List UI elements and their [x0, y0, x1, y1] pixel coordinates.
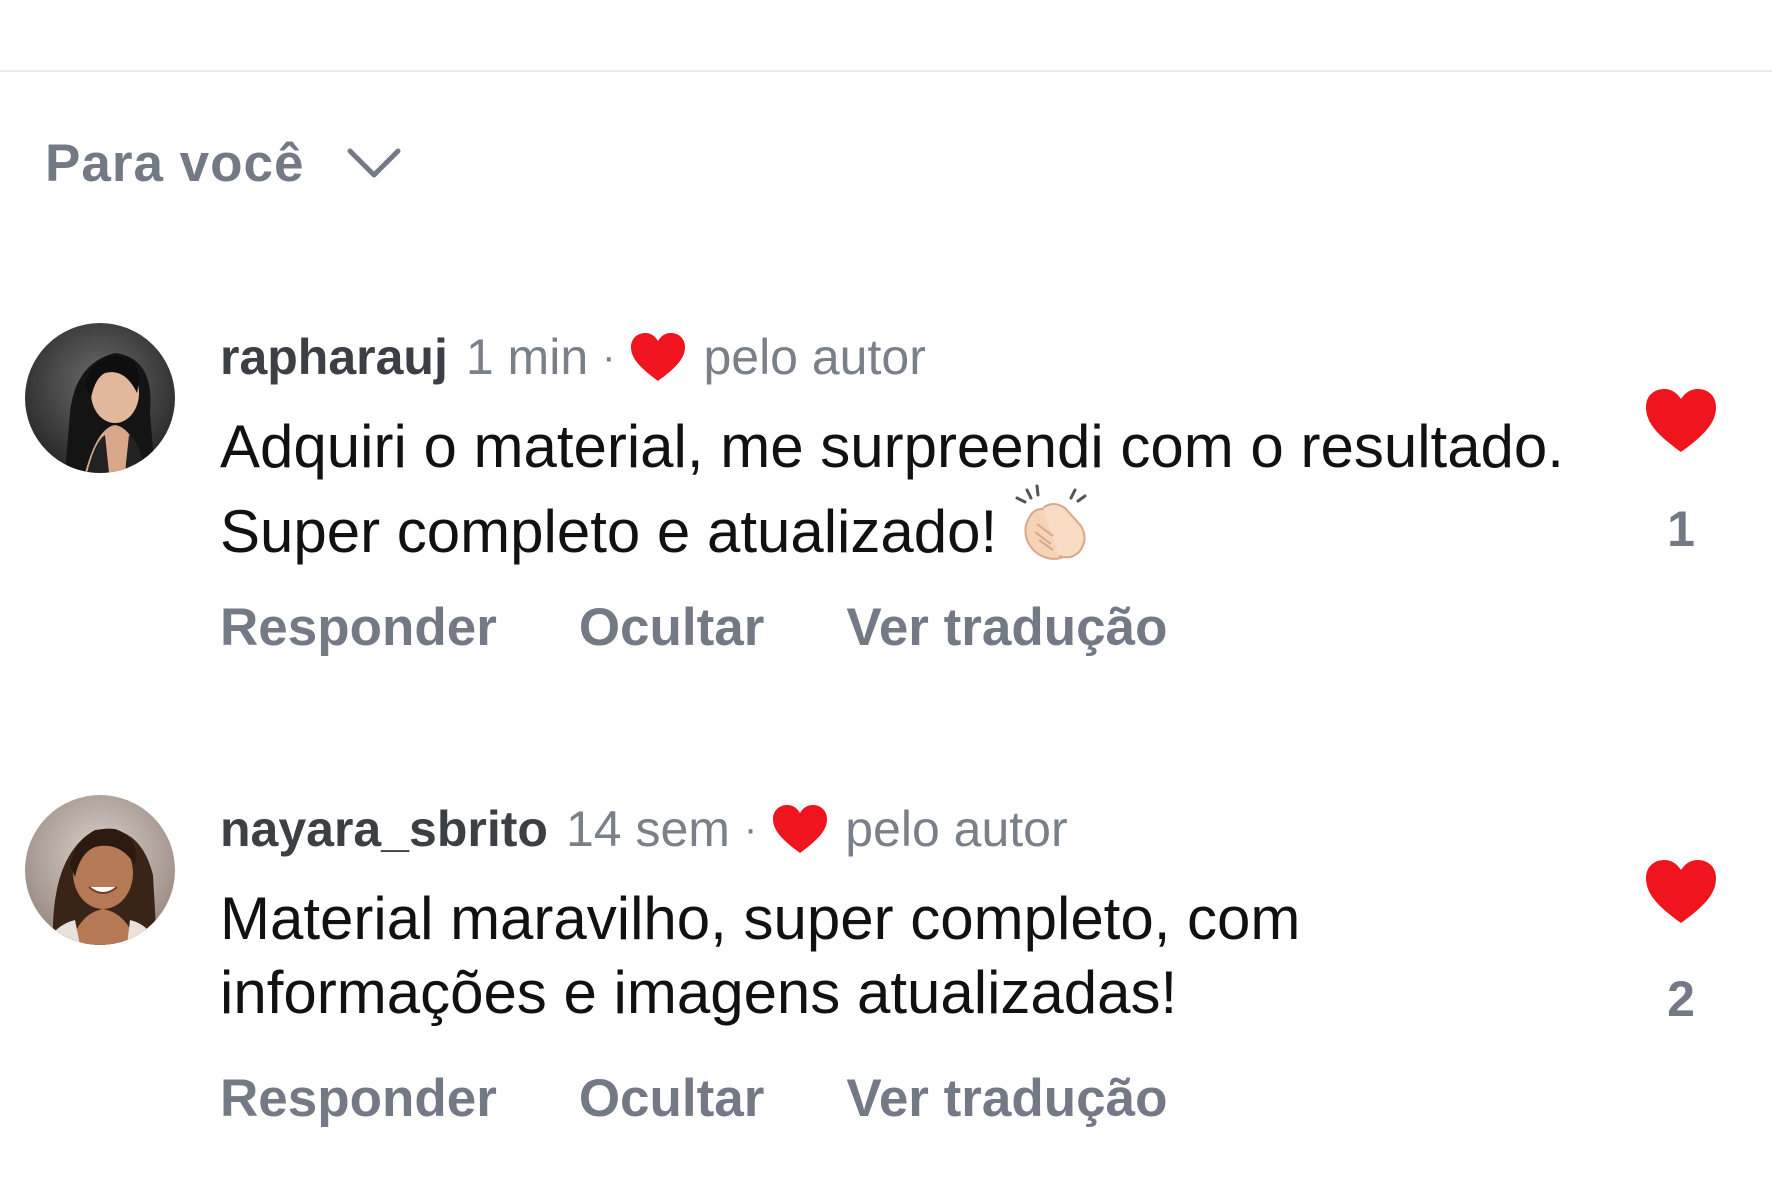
separator: ·	[743, 806, 758, 851]
heart-icon	[1646, 389, 1716, 452]
comment-meta: nayara_sbrito 14 sem · pelo autor	[220, 797, 1068, 861]
comment-time: 14 sem	[565, 801, 730, 857]
comments-page: Para você rapharauj 1 min · pelo autor A…	[0, 0, 1772, 1181]
like-count: 1	[1667, 501, 1695, 557]
comment-actions: Responder Ocultar Ver tradução	[220, 595, 1249, 659]
sort-dropdown[interactable]: Para você	[45, 133, 402, 193]
avatar[interactable]	[25, 323, 175, 473]
heart-icon	[1646, 860, 1716, 923]
hide-button[interactable]: Ocultar	[579, 1068, 765, 1129]
username[interactable]: nayara_sbrito	[220, 800, 548, 858]
heart-icon	[773, 805, 828, 853]
reply-button[interactable]: Responder	[220, 1068, 497, 1129]
comment-text: Adquiri o material, me surpreendi com o …	[220, 410, 1580, 569]
comment-actions: Responder Ocultar Ver tradução	[220, 1066, 1249, 1130]
like-button[interactable]	[1636, 857, 1726, 930]
sort-label: Para você	[45, 133, 305, 193]
liked-by-author-label: pelo autor	[845, 801, 1068, 857]
liked-by-author-label: pelo autor	[703, 329, 926, 385]
heart-icon	[631, 333, 686, 381]
comment-time: 1 min	[465, 329, 589, 385]
top-bar	[0, 0, 1772, 72]
comment-meta: rapharauj 1 min · pelo autor	[220, 325, 926, 389]
chevron-down-icon	[347, 148, 401, 178]
like-count: 2	[1667, 971, 1695, 1027]
reply-button[interactable]: Responder	[220, 597, 497, 658]
see-translation-button[interactable]: Ver tradução	[846, 1068, 1167, 1129]
like-button[interactable]	[1636, 386, 1726, 459]
hide-button[interactable]: Ocultar	[579, 597, 765, 658]
separator: ·	[602, 334, 616, 379]
avatar[interactable]	[25, 795, 175, 945]
see-translation-button[interactable]: Ver tradução	[846, 597, 1167, 658]
comment-text-content: Adquiri o material, me surpreendi com o …	[220, 413, 1564, 565]
username[interactable]: rapharauj	[220, 328, 448, 386]
clapping-hands-icon	[1015, 484, 1087, 560]
comment-text: Material maravilho, super completo, com …	[220, 885, 1301, 1026]
